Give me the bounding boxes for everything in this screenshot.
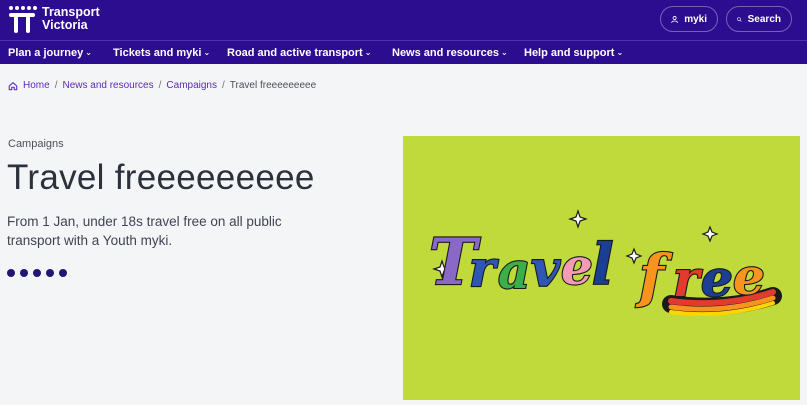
svg-text:r: r — [673, 249, 703, 308]
svg-text:e: e — [561, 237, 593, 296]
page-title: Travel freeeeeeeee — [7, 158, 315, 197]
myki-button[interactable]: myki — [660, 6, 718, 32]
svg-text:l: l — [592, 232, 613, 298]
carousel-dot[interactable] — [46, 269, 54, 277]
page-description: From 1 Jan, under 18s travel free on all… — [7, 214, 282, 248]
nav-plan-a-journey[interactable]: Plan a journey ⌄ — [8, 41, 92, 65]
carousel-dots — [7, 269, 67, 277]
logo-wordmark: Transport Victoria — [42, 6, 100, 32]
home-icon — [8, 81, 18, 90]
tv-logo-icon — [9, 6, 37, 33]
myki-button-label: myki — [684, 13, 707, 25]
nav-label: News and resources — [392, 47, 499, 59]
travel-free-artwork: T r a v e l f r e e — [428, 209, 782, 317]
nav-label: Road and active transport — [227, 47, 363, 59]
chevron-down-icon: ⌄ — [203, 48, 211, 57]
nav-label: Plan a journey — [8, 47, 84, 59]
nav-label: Tickets and myki — [113, 47, 202, 59]
user-icon — [671, 15, 678, 23]
svg-text:r: r — [469, 239, 499, 298]
svg-text:e: e — [733, 247, 765, 306]
svg-text:a: a — [498, 241, 530, 300]
breadcrumb-separator: / — [158, 80, 162, 91]
breadcrumb-separator: / — [222, 80, 225, 91]
carousel-dot[interactable] — [59, 269, 67, 277]
chevron-down-icon: ⌄ — [85, 48, 92, 57]
main-navigation: Plan a journey ⌄ Tickets and myki ⌄ Road a… — [0, 40, 807, 64]
breadcrumb-home-link[interactable]: Home — [23, 80, 50, 91]
logo-line-2: Victoria — [42, 18, 88, 32]
nav-help-and-support[interactable]: Help and support ⌄ — [524, 41, 623, 65]
hero-image: T r a v e l f r e e — [403, 136, 800, 400]
carousel-dot[interactable] — [20, 269, 28, 277]
chevron-down-icon: ⌄ — [616, 48, 624, 57]
top-header: Transport Victoria myki Search — [0, 0, 807, 40]
search-button[interactable]: Search — [726, 6, 792, 32]
breadcrumb-separator: / — [54, 80, 58, 91]
page-category: Campaigns — [8, 138, 64, 150]
nav-road-and-active-transport[interactable]: Road and active transport ⌄ — [227, 41, 371, 65]
nav-news-and-resources[interactable]: News and resources ⌄ — [392, 41, 508, 65]
breadcrumb-current: Travel freeeeeeeee — [229, 80, 317, 91]
breadcrumb-campaigns-link[interactable]: Campaigns — [166, 80, 217, 91]
artwork-lettering-travel: T r a v e l — [428, 224, 614, 301]
transport-victoria-logo[interactable]: Transport Victoria — [7, 4, 100, 34]
breadcrumb: Home / News and resources / Campaigns / … — [8, 80, 316, 91]
search-icon — [737, 16, 742, 22]
nav-tickets-and-myki[interactable]: Tickets and myki ⌄ — [113, 41, 210, 65]
svg-text:v: v — [531, 239, 561, 298]
breadcrumb-news-link[interactable]: News and resources — [62, 80, 153, 91]
search-button-label: Search — [747, 13, 781, 25]
chevron-down-icon: ⌄ — [364, 48, 372, 57]
nav-label: Help and support — [524, 47, 615, 59]
svg-text:e: e — [701, 249, 733, 308]
chevron-down-icon: ⌄ — [501, 48, 508, 57]
carousel-dot[interactable] — [33, 269, 41, 277]
carousel-dot[interactable] — [7, 269, 15, 277]
